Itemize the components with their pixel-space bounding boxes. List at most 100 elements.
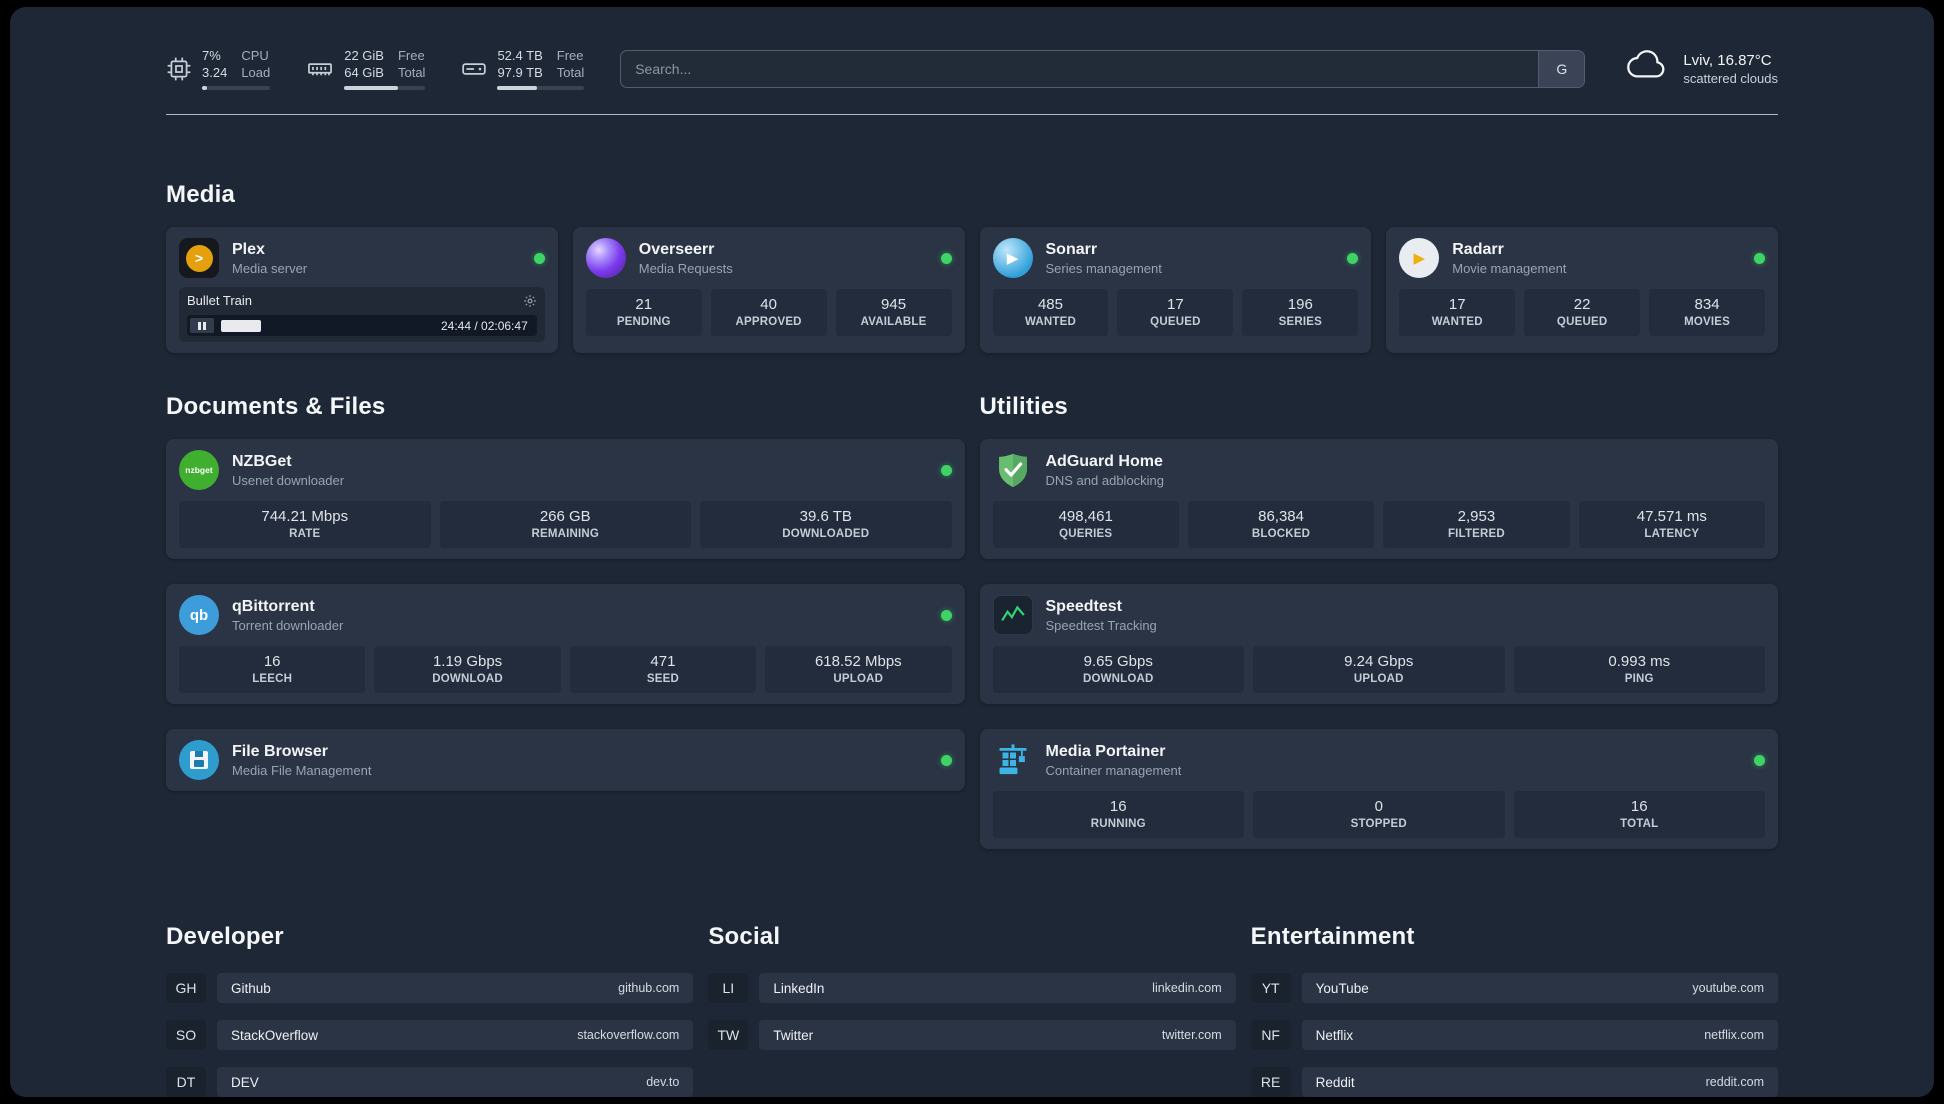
bookmark-dev: DT DEV dev.to xyxy=(166,1067,694,1097)
service-description: Container management xyxy=(1045,762,1182,778)
search-input[interactable] xyxy=(621,50,1539,87)
bookmark-link[interactable]: Twitter twitter.com xyxy=(759,1020,1236,1051)
service-card-sonarr[interactable]: ▶ Sonarr Series management 485 WANTED 17… xyxy=(979,227,1372,354)
weather-condition: scattered clouds xyxy=(1683,70,1778,86)
stat-download: 1.19 Gbps DOWNLOAD xyxy=(374,646,561,694)
stat-available: 945 AVAILABLE xyxy=(835,289,952,337)
service-card-adguard[interactable]: AdGuard Home DNS and adblocking 498,461 … xyxy=(979,439,1778,560)
bookmark-link[interactable]: LinkedIn linkedin.com xyxy=(759,973,1236,1004)
cpu-load-label: Load xyxy=(241,65,271,81)
service-name: AdGuard Home xyxy=(1045,452,1163,470)
service-description: Speedtest Tracking xyxy=(1045,617,1157,633)
service-name: NZBGet xyxy=(232,452,292,470)
service-card-overseerr[interactable]: Overseerr Media Requests 21 PENDING 40 A… xyxy=(572,227,965,354)
service-name: Media Portainer xyxy=(1045,742,1166,760)
portainer-crane-icon xyxy=(993,740,1033,780)
stat-queued: 22 QUEUED xyxy=(1524,289,1641,337)
section-title-media: Media xyxy=(166,181,236,209)
service-card-portainer[interactable]: Media Portainer Container management 16 … xyxy=(979,729,1778,850)
cpu-usage-bar xyxy=(202,86,271,91)
service-card-plex[interactable]: > Plex Media server Bullet Train 24:44 /… xyxy=(166,227,558,354)
cloud-icon xyxy=(1625,49,1671,88)
search-bar: G xyxy=(620,49,1586,88)
filebrowser-icon xyxy=(179,740,219,781)
bookmark-link[interactable]: Netflix netflix.com xyxy=(1301,1020,1778,1051)
section-title-utilities: Utilities xyxy=(979,393,1068,421)
cpu-percent: 7% xyxy=(202,48,221,63)
memory-total-label: Total xyxy=(397,65,426,81)
bookmark-group-entertainment: Entertainment YT YouTube youtube.com NF … xyxy=(1250,923,1778,1097)
section-title-documents: Documents & Files xyxy=(166,393,386,421)
adguard-shield-icon xyxy=(993,450,1033,490)
bookmark-stackoverflow: SO StackOverflow stackoverflow.com xyxy=(166,1020,694,1051)
weather-location: Lviv, 16.87°C xyxy=(1683,51,1772,69)
service-card-nzbget[interactable]: nzbget NZBGet Usenet downloader 744.21 M… xyxy=(166,439,965,560)
status-dot xyxy=(533,252,545,264)
service-card-radarr[interactable]: ▶ Radarr Movie management 17 WANTED 22 Q… xyxy=(1386,227,1778,354)
service-card-filebrowser[interactable]: File Browser Media File Management xyxy=(166,729,965,792)
section-media: Media > Plex Media server Bullet Train 2… xyxy=(166,181,1778,354)
status-dot xyxy=(1754,252,1765,264)
service-name: Plex xyxy=(232,240,265,258)
service-description: Media File Management xyxy=(232,762,372,778)
disk-free-label: Free xyxy=(556,48,584,63)
stat-rate: 744.21 Mbps RATE xyxy=(179,501,431,549)
cpu-label: CPU xyxy=(241,48,269,63)
bookmark-github: GH Github github.com xyxy=(166,973,694,1004)
progress-track[interactable] xyxy=(221,319,434,332)
section-utilities: Utilities AdGuard Home DNS and adblockin… xyxy=(979,393,1778,850)
service-description: Media Requests xyxy=(638,260,733,276)
nzbget-icon: nzbget xyxy=(179,450,219,491)
top-bar: 7% 3.24 CPU Load 22 GiB 64 GiB Free Tota… xyxy=(166,7,1778,91)
status-dot xyxy=(1347,252,1359,264)
overseerr-icon xyxy=(585,238,626,279)
stat-remaining: 266 GB REMAINING xyxy=(439,501,691,549)
radarr-icon: ▶ xyxy=(1399,238,1440,279)
sonarr-icon: ▶ xyxy=(992,238,1033,279)
stat-seed: 471 SEED xyxy=(569,646,757,694)
playback-progress-bar: 24:44 / 02:06:47 xyxy=(187,315,537,337)
status-dot xyxy=(940,609,952,621)
pause-icon[interactable] xyxy=(190,318,214,334)
bookmark-link[interactable]: StackOverflow stackoverflow.com xyxy=(217,1020,694,1051)
now-playing-widget: Bullet Train 24:44 / 02:06:47 xyxy=(179,287,545,343)
cpu-load-value: 3.24 xyxy=(202,65,228,81)
disk-free-value: 52.4 TB xyxy=(497,48,543,63)
bookmark-group-developer: Developer GH Github github.com SO StackO… xyxy=(166,923,694,1097)
bookmark-abbr: SO xyxy=(166,1020,206,1051)
bookmark-link[interactable]: Reddit reddit.com xyxy=(1301,1067,1778,1097)
stat-running: 16 RUNNING xyxy=(992,791,1244,839)
stat-wanted: 485 WANTED xyxy=(992,289,1109,337)
service-name: Sonarr xyxy=(1045,240,1098,258)
search-provider-button[interactable]: G xyxy=(1538,50,1585,87)
section-title-entertainment: Entertainment xyxy=(1250,923,1415,951)
service-card-qbittorrent[interactable]: qb qBittorrent Torrent downloader 16 LEE… xyxy=(166,584,965,705)
playback-time: 24:44 / 02:06:47 xyxy=(441,318,528,333)
resource-widgets: 7% 3.24 CPU Load 22 GiB 64 GiB Free Tota… xyxy=(166,47,585,91)
stat-wanted: 17 WANTED xyxy=(1399,289,1516,337)
bookmark-link[interactable]: DEV dev.to xyxy=(217,1067,694,1097)
memory-free-label: Free xyxy=(397,48,425,63)
bookmark-link[interactable]: YouTube youtube.com xyxy=(1301,973,1778,1004)
cpu-widget: 7% 3.24 CPU Load xyxy=(166,47,271,91)
gear-icon[interactable] xyxy=(523,294,537,308)
dashboard-page: 7% 3.24 CPU Load 22 GiB 64 GiB Free Tota… xyxy=(10,7,1934,1097)
service-description: Media server xyxy=(232,260,308,276)
bookmark-abbr: YT xyxy=(1250,973,1291,1004)
speedtest-graph-icon xyxy=(992,595,1033,636)
disk-total-value: 97.9 TB xyxy=(497,65,543,81)
bookmark-link[interactable]: Github github.com xyxy=(217,973,694,1004)
memory-total-value: 64 GiB xyxy=(344,65,384,81)
bookmark-abbr: GH xyxy=(166,973,206,1004)
service-description: Usenet downloader xyxy=(232,472,345,488)
status-dot xyxy=(940,464,952,476)
service-name: Overseerr xyxy=(638,240,715,258)
section-documents: Documents & Files nzbget NZBGet Usenet d… xyxy=(166,393,965,849)
stat-ping: 0.993 ms PING xyxy=(1513,646,1765,694)
stat-queued: 17 QUEUED xyxy=(1117,289,1234,337)
service-description: Series management xyxy=(1045,260,1162,276)
service-card-speedtest[interactable]: Speedtest Speedtest Tracking 9.65 Gbps D… xyxy=(979,584,1778,705)
service-name: Radarr xyxy=(1452,240,1504,258)
stat-stopped: 0 STOPPED xyxy=(1253,791,1505,839)
now-playing-title: Bullet Train xyxy=(187,293,253,309)
